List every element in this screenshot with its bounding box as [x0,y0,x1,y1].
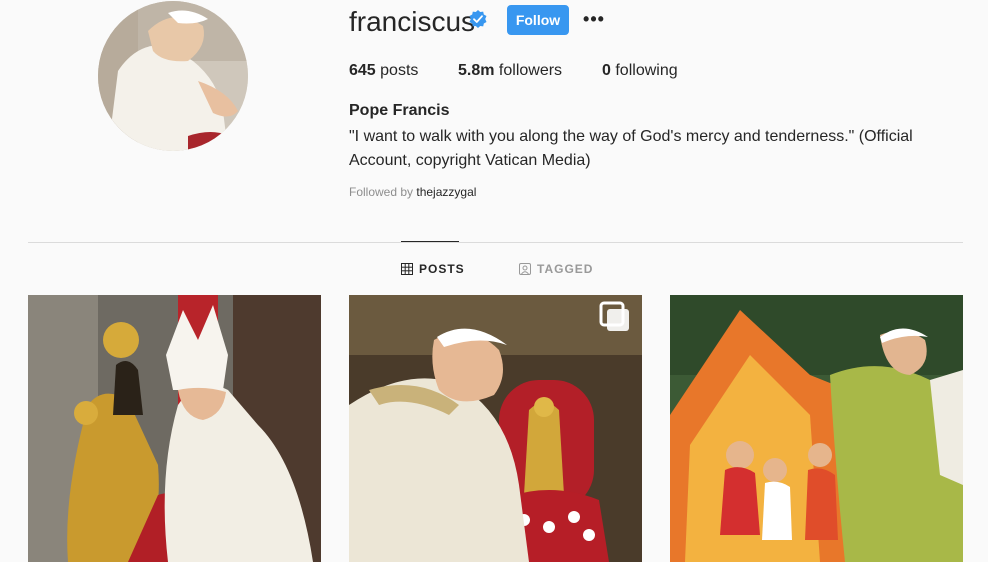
tagged-person-icon [519,263,531,275]
followers-label: followers [498,62,563,79]
followers-count: 5.8m [458,62,495,79]
tab-posts-label: POSTS [419,262,465,276]
post-image [670,295,963,562]
avatar-image [98,1,248,151]
post-thumbnail[interactable] [28,295,321,562]
grid-icon [401,263,413,275]
tab-tagged[interactable]: TAGGED [519,262,593,276]
following-stat[interactable]: 0 following [602,61,678,81]
post-image [28,295,321,562]
profile-full-name: Pope Francis [349,102,450,119]
profile-username: franciscus [349,6,476,37]
followed-by: Followed by thejazzygal [349,185,476,199]
profile-avatar[interactable] [98,1,248,151]
verified-badge-icon [469,10,487,28]
tab-posts[interactable]: POSTS [401,262,465,276]
posts-label: posts [380,62,419,79]
following-label: following [615,62,678,79]
post-thumbnail[interactable] [349,295,642,562]
followed-by-user-link[interactable]: thejazzygal [416,185,476,199]
following-count: 0 [602,62,611,79]
follow-button[interactable]: Follow [507,5,569,35]
profile-bio: "I want to walk with you along the way o… [349,128,913,169]
followed-by-prefix: Followed by [349,185,414,199]
more-options-icon[interactable]: ••• [583,8,605,30]
tab-tagged-label: TAGGED [537,262,594,276]
post-thumbnail[interactable] [670,295,963,562]
active-tab-indicator [401,241,459,242]
posts-count: 645 [349,62,376,79]
followers-stat[interactable]: 5.8m followers [458,61,562,81]
post-image [349,295,642,562]
tabs-divider [28,242,963,243]
posts-stat: 645 posts [349,61,418,81]
